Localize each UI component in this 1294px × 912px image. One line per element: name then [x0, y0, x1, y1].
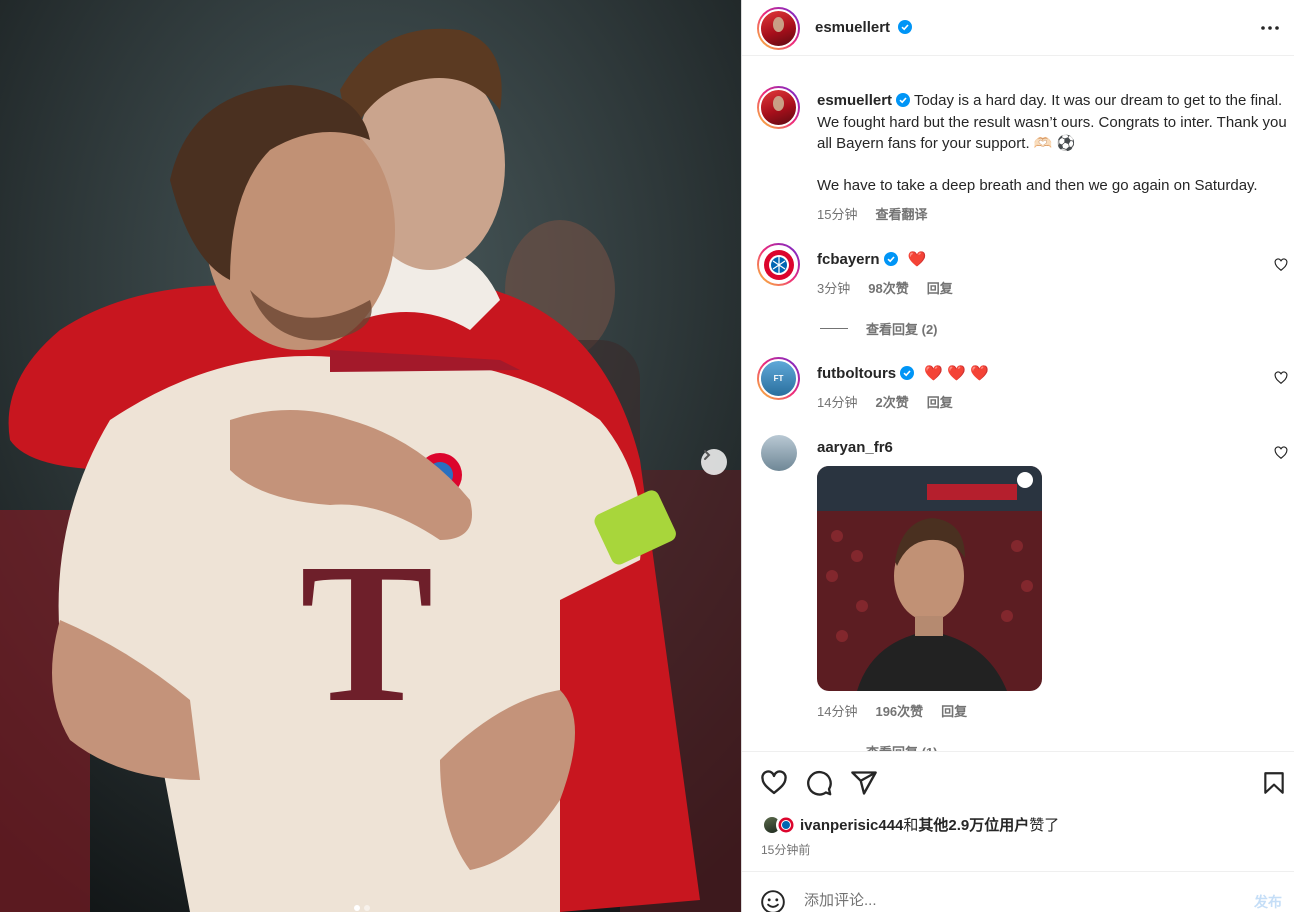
reply-button[interactable]: 回复: [941, 701, 967, 720]
view-replies-button[interactable]: 查看回复 (1): [820, 742, 938, 751]
caption: esmuellert Today is a hard day. It was o…: [817, 90, 1287, 196]
comment-time: 3分钟: [817, 281, 851, 296]
heart-icon[interactable]: [760, 769, 788, 797]
comments-list[interactable]: esmuellert Today is a hard day. It was o…: [742, 57, 1294, 751]
view-replies-button[interactable]: 查看回复 (2): [820, 319, 938, 338]
gif-illustration: [817, 466, 1042, 691]
carousel-next-button[interactable]: [701, 449, 727, 475]
comment-futboltours: futboltours ❤️ ❤️ ❤️: [817, 364, 989, 382]
comment-likes[interactable]: 196次赞: [875, 701, 923, 720]
post-comment-button[interactable]: 发布: [1254, 892, 1282, 912]
author-username[interactable]: esmuellert: [815, 19, 890, 36]
comment-meta: 3分钟 98次赞 回复: [817, 278, 953, 297]
likes-suffix: 赞了: [1029, 817, 1060, 834]
caption-username[interactable]: esmuellert: [817, 92, 892, 109]
post-side-panel: esmuellert esmuellert Today is a hard da…: [741, 0, 1294, 912]
comment-time: 14分钟: [817, 704, 858, 719]
comment-input[interactable]: [804, 892, 1224, 909]
comment-avatar-fcbayern[interactable]: [757, 243, 800, 286]
comment-like-heart-icon[interactable]: [1274, 258, 1288, 272]
more-horizontal-icon[interactable]: [1260, 20, 1280, 36]
carousel-dot: [364, 905, 370, 911]
verified-badge-icon: [883, 252, 898, 266]
liker-username[interactable]: ivanperisic444: [800, 817, 903, 834]
futboltours-logo-icon: FT: [773, 373, 784, 383]
author-avatar[interactable]: [757, 7, 800, 50]
comment-text: ❤️: [907, 251, 927, 268]
comment-likes[interactable]: 2次赞: [875, 392, 908, 411]
verified-badge-icon: [900, 366, 915, 380]
comment-fcbayern: fcbayern ❤️: [817, 250, 926, 268]
reply-button[interactable]: 回复: [927, 392, 953, 411]
comment-meta: 14分钟 196次赞 回复: [817, 701, 967, 720]
comment-username[interactable]: aaryan_fr6: [817, 439, 893, 456]
view-replies-label: 查看回复 (2): [866, 322, 938, 337]
fcbayern-logo-icon: [763, 249, 794, 280]
send-icon[interactable]: [850, 769, 878, 797]
smiley-icon[interactable]: [760, 889, 786, 912]
comment-like-heart-icon[interactable]: [1274, 446, 1288, 460]
post-header: esmuellert: [742, 0, 1294, 56]
add-comment-bar: 发布: [742, 871, 1294, 912]
bookmark-icon[interactable]: [1261, 769, 1287, 797]
other-likers-link[interactable]: 其他2.9万位用户: [918, 817, 1029, 834]
comment-likes[interactable]: 98次赞: [868, 278, 908, 297]
post-time: 15分钟前: [761, 843, 811, 857]
comment-username[interactable]: futboltours: [817, 365, 896, 382]
carousel-dot: [354, 905, 360, 911]
comment-aaryan: aaryan_fr6: [817, 439, 893, 456]
post-photo-illustration: T: [0, 0, 741, 912]
carousel-dots: [354, 905, 370, 911]
post-photo[interactable]: T: [0, 0, 741, 912]
reply-button[interactable]: 回复: [927, 278, 953, 297]
fcbayern-logo-icon: [778, 817, 794, 832]
comment-icon[interactable]: [805, 769, 833, 797]
caption-meta: 15分钟 查看翻译: [817, 204, 927, 223]
caption-avatar[interactable]: [757, 86, 800, 129]
svg-text:T: T: [300, 523, 433, 744]
replies-divider-line: [820, 328, 848, 329]
comment-avatar-aaryan[interactable]: [761, 435, 797, 471]
comment-text: ❤️ ❤️ ❤️: [924, 365, 989, 382]
likes-and: 和: [903, 817, 919, 834]
caption-text-second: We have to take a deep breath and then w…: [817, 176, 1258, 194]
post-actions: ivanperisic444和其他2.9万位用户赞了 15分钟前: [742, 751, 1294, 861]
comment-username[interactable]: fcbayern: [817, 251, 880, 268]
verified-badge-icon: [896, 93, 911, 107]
translate-link[interactable]: 查看翻译: [875, 204, 927, 223]
comment-time: 14分钟: [817, 395, 858, 410]
chevron-right-icon: [704, 450, 711, 460]
likes-text: ivanperisic444和其他2.9万位用户赞了: [800, 814, 1059, 835]
view-replies-label: 查看回复 (1): [866, 742, 938, 751]
liker-avatar-fcbayern[interactable]: [776, 814, 796, 835]
verified-badge-icon: [897, 20, 912, 34]
comment-gif-image[interactable]: [817, 466, 1042, 691]
comment-meta: 14分钟 2次赞 回复: [817, 392, 953, 411]
comment-avatar-futboltours[interactable]: FT: [757, 357, 800, 400]
comment-like-heart-icon[interactable]: [1274, 371, 1288, 385]
likes-summary: ivanperisic444和其他2.9万位用户赞了: [762, 814, 1059, 835]
caption-time: 15分钟: [817, 207, 858, 222]
